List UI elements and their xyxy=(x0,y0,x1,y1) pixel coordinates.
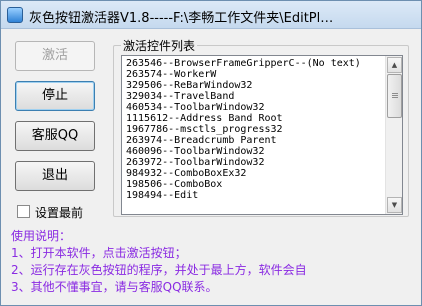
scroll-thumb[interactable] xyxy=(387,74,402,118)
usage-line: 3、其他不懂事宜，请与客服QQ联系。 xyxy=(11,280,218,294)
exit-button[interactable]: 退出 xyxy=(15,161,95,191)
usage-title: 使用说明： xyxy=(11,229,72,243)
title-bar[interactable]: 灰色按钮激活器V1.8-----F:\李畅工作文件夹\EditPl… xyxy=(1,1,421,29)
activated-controls-title: 激活控件列表 xyxy=(121,37,198,54)
client-area: 激活 停止 客服QQ 退出 设置最前 激活控件列表 263546--Browse… xyxy=(9,35,415,297)
stop-button[interactable]: 停止 xyxy=(15,81,95,111)
list-item[interactable]: 1115612--Address Band Root xyxy=(126,113,382,124)
scroll-up-arrow-icon[interactable]: ▲ xyxy=(387,57,402,73)
activated-controls-listbox[interactable]: 263546--BrowserFrameGripperC--(No text) 2… xyxy=(121,55,403,215)
list-item[interactable]: 263574--WorkerW xyxy=(126,69,382,80)
list-item[interactable]: 263972--ToolbarWindow32 xyxy=(126,157,382,168)
list-item[interactable]: 460534--ToolbarWindow32 xyxy=(126,102,382,113)
list-item[interactable]: 1967786--msctls_progress32 xyxy=(126,124,382,135)
list-item[interactable]: 329506--ReBarWindow32 xyxy=(126,80,382,91)
list-item[interactable]: 460096--ToolbarWindow32 xyxy=(126,146,382,157)
app-icon xyxy=(7,7,23,23)
usage-line: 2、运行存在灰色按钮的程序，并处于最上方，软件会自 xyxy=(11,263,307,277)
app-window: 灰色按钮激活器V1.8-----F:\李畅工作文件夹\EditPl… 激活 停止… xyxy=(0,0,422,306)
activated-controls-list: 263546--BrowserFrameGripperC--(No text) 2… xyxy=(126,58,382,201)
list-item[interactable]: 263974--Breadcrumb Parent xyxy=(126,135,382,146)
support-qq-button[interactable]: 客服QQ xyxy=(15,121,95,151)
grip-line xyxy=(392,93,398,94)
activate-button[interactable]: 激活 xyxy=(15,41,95,71)
list-item[interactable]: 263546--BrowserFrameGripperC--(No text) xyxy=(126,58,382,69)
always-on-top-checkbox[interactable] xyxy=(17,205,30,218)
usage-instructions: 使用说明： 1、打开本软件，点击激活按钮； 2、运行存在灰色按钮的程序，并处于最… xyxy=(11,227,413,296)
list-item[interactable]: 198494--Edit xyxy=(126,190,382,201)
window-title: 灰色按钮激活器V1.8-----F:\李畅工作文件夹\EditPl… xyxy=(29,11,334,26)
list-item[interactable]: 198506--ComboBox xyxy=(126,179,382,190)
vertical-scrollbar[interactable]: ▲ ▼ xyxy=(385,56,402,214)
list-item[interactable]: 329034--TravelBand xyxy=(126,91,382,102)
grip-line xyxy=(392,95,398,96)
always-on-top-label: 设置最前 xyxy=(35,206,84,220)
list-item[interactable]: 984932--ComboBoxEx32 xyxy=(126,168,382,179)
usage-line: 1、打开本软件，点击激活按钮； xyxy=(11,246,187,260)
scroll-down-arrow-icon[interactable]: ▼ xyxy=(387,197,402,213)
grip-line xyxy=(392,97,398,98)
always-on-top-option[interactable]: 设置最前 xyxy=(17,204,117,220)
